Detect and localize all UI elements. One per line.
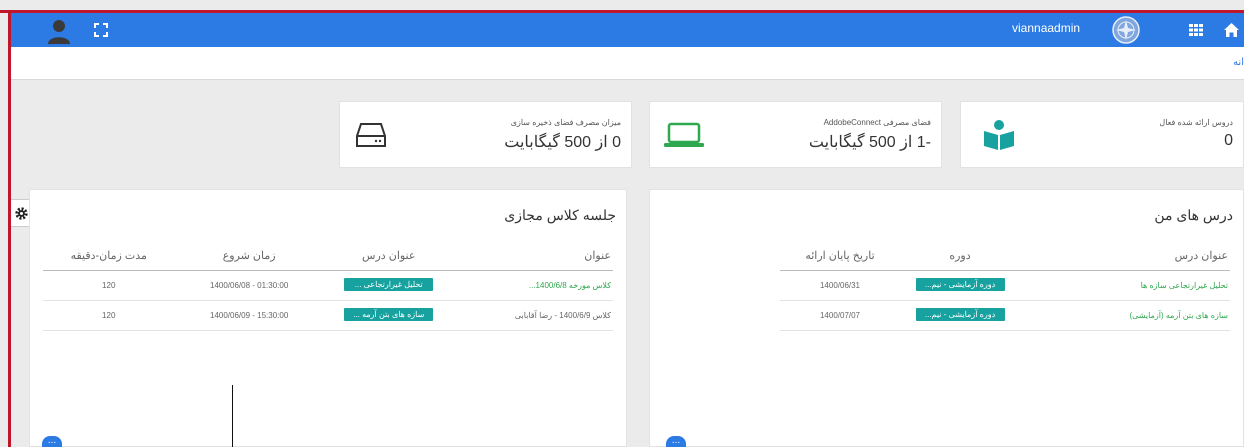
stat-card-adobeconnect: فضای مصرفی AddobeConnect -1 از 500 گیگاب… — [649, 101, 942, 168]
table-header-row: عنوان درس دوره تاریخ پایان ارائه — [780, 242, 1230, 271]
text-cursor — [232, 385, 233, 447]
avatar-icon[interactable] — [47, 18, 71, 44]
term-badge: دوره آزمایشی - نیم... — [915, 277, 1005, 291]
book-reader-icon — [984, 120, 1014, 150]
virtual-class-table: عنوان عنوان درس زمان شروع مدت زمان-دقیقه… — [43, 242, 613, 331]
table-row: تحلیل غیرارتجاعی سازه ها دوره آزمایشی - … — [780, 270, 1230, 301]
duration: 120 — [43, 300, 175, 331]
table-row: کلاس 1400/6/9 - رضا آقابابی سازه های بتن… — [43, 300, 613, 331]
stat-label: میزان مصرف فضای ذخیره سازی — [510, 118, 621, 127]
course-badge: سازه های بتن آرمه ... — [344, 307, 434, 321]
stat-label: فضای مصرفی AddobeConnect — [823, 118, 931, 127]
course-badge: تحلیل غیرارتجاعی ... — [344, 277, 434, 291]
gear-icon — [15, 207, 28, 220]
start-time: 01:30:00 - 1400/06/08 — [174, 270, 324, 301]
hard-drive-icon — [356, 123, 386, 147]
table-row: کلاس مورخه 1400/6/8... تحلیل غیرارتجاعی … — [43, 270, 613, 301]
top-navbar: viannaadmin — [11, 13, 1244, 47]
more-button[interactable]: ... — [42, 436, 62, 447]
end-date: 1400/07/07 — [780, 300, 900, 331]
virtual-class-panel: جلسه کلاس مجازی عنوان عنوان درس زمان شرو… — [29, 189, 627, 447]
stat-card-storage: میزان مصرف فضای ذخیره سازی 0 از 500 گیگا… — [339, 101, 632, 168]
username-label[interactable]: viannaadmin — [1012, 21, 1080, 35]
course-link[interactable]: سازه های بتن آرمه (آزمایشی) — [1129, 311, 1228, 320]
term-badge: دوره آزمایشی - نیم... — [915, 307, 1005, 321]
column-header[interactable]: دوره — [900, 242, 1020, 271]
stat-value: -1 از 500 گیگابایت — [808, 134, 931, 151]
column-header[interactable]: عنوان درس — [1020, 242, 1230, 271]
university-logo — [1112, 16, 1140, 44]
table-row: سازه های بتن آرمه (آزمایشی) دوره آزمایشی… — [780, 300, 1230, 331]
my-courses-table: عنوان درس دوره تاریخ پایان ارائه تحلیل غ… — [780, 242, 1230, 331]
class-link[interactable]: کلاس مورخه 1400/6/8... — [529, 281, 611, 290]
table-header-row: عنوان عنوان درس زمان شروع مدت زمان-دقیقه — [43, 242, 613, 271]
start-time: 15:30:00 - 1400/06/09 — [174, 300, 324, 331]
more-button[interactable]: ... — [666, 436, 686, 447]
stat-card-active-courses: دروس ارائه شده فعال 0 — [960, 101, 1244, 168]
column-header[interactable]: عنوان درس — [323, 242, 454, 271]
panel-title: درس های من — [1154, 207, 1233, 223]
stat-value: 0 از 500 گیگابایت — [504, 134, 621, 151]
my-courses-panel: درس های من عنوان درس دوره تاریخ پایان ار… — [649, 189, 1244, 447]
class-title: کلاس 1400/6/9 - رضا آقابابی — [453, 300, 613, 331]
breadcrumb-home-link[interactable]: انه — [1233, 57, 1244, 68]
end-date: 1400/06/31 — [780, 270, 900, 301]
home-icon[interactable] — [1223, 22, 1240, 38]
panel-title: جلسه کلاس مجازی — [504, 207, 616, 223]
column-header[interactable]: زمان شروع — [174, 242, 324, 271]
stat-label: دروس ارائه شده فعال — [1159, 118, 1233, 127]
breadcrumb: انه — [11, 47, 1244, 80]
column-header[interactable]: عنوان — [453, 242, 613, 271]
column-header[interactable]: تاریخ پایان ارائه — [780, 242, 900, 271]
course-link[interactable]: تحلیل غیرارتجاعی سازه ها — [1141, 281, 1228, 290]
grid-icon[interactable] — [1189, 24, 1203, 36]
duration: 120 — [43, 270, 175, 301]
column-header[interactable]: مدت زمان-دقیقه — [43, 242, 175, 271]
laptop-icon — [664, 122, 704, 147]
stat-value: 0 — [1224, 132, 1233, 149]
fullscreen-icon[interactable] — [94, 23, 108, 37]
